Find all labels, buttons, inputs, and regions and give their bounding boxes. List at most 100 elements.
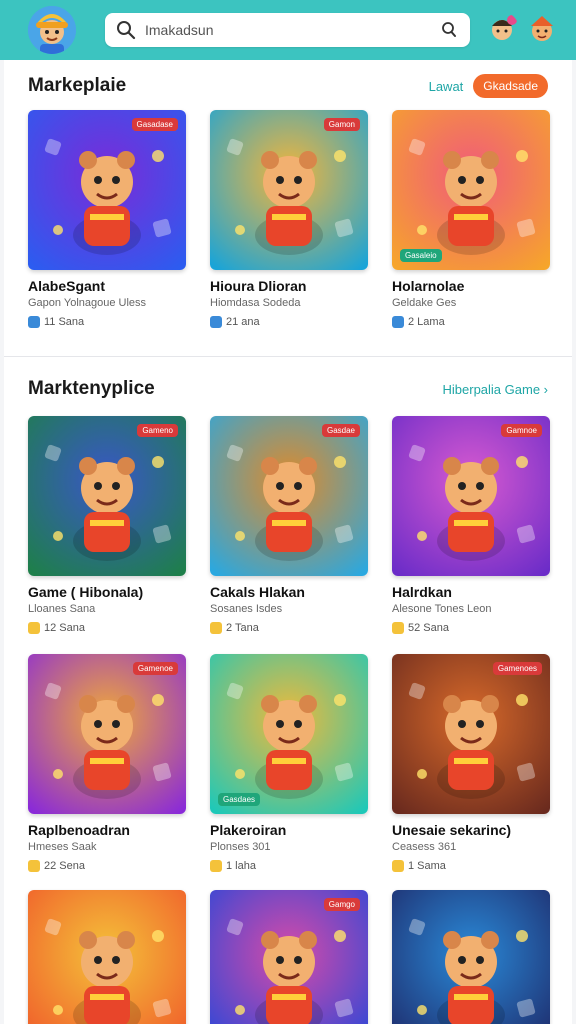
- game-badge: Gamnoe: [501, 424, 542, 437]
- search-icon: [117, 21, 136, 40]
- game-title[interactable]: Plakeroiran: [210, 822, 368, 838]
- game-thumbnail[interactable]: Gamenoes: [392, 654, 550, 814]
- game-grid: Gamgo: [28, 890, 550, 1024]
- game-title[interactable]: Game ( Hibonala): [28, 584, 186, 600]
- game-card[interactable]: Gameno Game ( Hibonala) Lloanes Sana 12 San…: [28, 416, 186, 634]
- game-meta-text: 1 laha: [226, 860, 256, 872]
- game-thumbnail[interactable]: [392, 890, 550, 1024]
- game-meta-text: 12 Sana: [44, 622, 85, 634]
- game-art: [392, 416, 550, 576]
- star-icon: [392, 622, 404, 634]
- game-meta: 12 Sana: [28, 622, 186, 634]
- game-card[interactable]: Gamon Hioura Dlioran Hiomdasa Sodeda 21 ana: [210, 110, 368, 328]
- game-art: [28, 110, 186, 270]
- game-meta-text: 52 Sana: [408, 622, 449, 634]
- marketplace-panel: Markeplaie Lawat Gkadsade Gasadase AlabeS…: [4, 60, 572, 1024]
- game-subtitle: Ceasess 361: [392, 841, 457, 853]
- game-badge: Gasdaes: [218, 793, 261, 806]
- game-badge: Gasaleio: [400, 249, 442, 262]
- see-latest-link[interactable]: Lawat: [429, 79, 464, 94]
- friend-avatar[interactable]: [485, 12, 519, 46]
- game-card[interactable]: Gamenoe Raplbenoadran Hmeses Saak 22 Sena: [28, 654, 186, 872]
- game-meta-text: 2 Tana: [226, 622, 259, 634]
- game-card[interactable]: Gasadase AlabeSgant Gapon Yolnagoue Uless 1…: [28, 110, 186, 328]
- game-badge: Gameno: [137, 424, 178, 437]
- game-thumbnail[interactable]: [28, 890, 186, 1024]
- game-subtitle: Hmeses Saak: [28, 841, 97, 853]
- search-bar[interactable]: [105, 13, 470, 47]
- game-thumbnail[interactable]: Gasdaes: [210, 654, 368, 814]
- game-card[interactable]: Gasdaes Plakeroiran Plonses 301 1 laha: [210, 654, 368, 872]
- game-card[interactable]: Gamgo: [210, 890, 368, 1024]
- game-meta-text: 22 Sena: [44, 860, 85, 872]
- game-title[interactable]: Unesaie sekarinc): [392, 822, 550, 838]
- top-bar: [0, 0, 576, 60]
- game-card[interactable]: Gasdae Cakals Hlakan Sosanes Isdes 2 Tana: [210, 416, 368, 634]
- game-art: [392, 890, 550, 1024]
- game-grid: Gameno Game ( Hibonala) Lloanes Sana 12 San…: [28, 416, 550, 634]
- search-submit-icon[interactable]: [438, 19, 460, 41]
- game-badge: Gamon: [323, 118, 360, 131]
- game-card[interactable]: Gamnoe Halrdkan Alesone Tones Leon 52 Sana: [392, 416, 550, 634]
- game-card[interactable]: [392, 890, 550, 1024]
- game-art: [28, 416, 186, 576]
- game-title[interactable]: AlabeSgant: [28, 278, 186, 294]
- game-meta: 11 Sana: [28, 316, 186, 328]
- game-art: [210, 416, 368, 576]
- game-subtitle: Geldake Ges: [392, 297, 457, 309]
- game-subtitle: Plonses 301: [210, 841, 271, 853]
- game-art: [210, 654, 368, 814]
- game-badge: Gasdae: [321, 424, 360, 437]
- game-subtitle: Sosanes Isdes: [210, 603, 283, 615]
- game-art: [392, 654, 550, 814]
- game-badge: Gamenoes: [492, 662, 542, 675]
- search-input[interactable]: [137, 22, 438, 38]
- game-thumbnail[interactable]: Gasdae: [210, 416, 368, 576]
- game-card[interactable]: [28, 890, 186, 1024]
- game-art: [28, 890, 186, 1024]
- star-icon: [392, 316, 404, 328]
- game-subtitle: Lloanes Sana: [28, 603, 96, 615]
- game-badge: Gamgo: [323, 898, 360, 911]
- game-subtitle: Alesone Tones Leon: [392, 603, 492, 615]
- section-title: Marktenyplice: [28, 378, 155, 399]
- game-card[interactable]: Gasaleio Holarnolae Geldake Ges 2 Lama: [392, 110, 550, 328]
- game-meta-text: 2 Lama: [408, 316, 445, 328]
- game-grid: Gasadase AlabeSgant Gapon Yolnagoue Uless 1…: [28, 110, 550, 328]
- game-meta: 52 Sana: [392, 622, 550, 634]
- section-divider: [4, 356, 572, 357]
- game-title[interactable]: Hioura Dlioran: [210, 278, 368, 294]
- game-thumbnail[interactable]: Gamnoe: [392, 416, 550, 576]
- game-thumbnail[interactable]: Gameno: [28, 416, 186, 576]
- game-thumbnail[interactable]: Gamgo: [210, 890, 368, 1024]
- game-title[interactable]: Cakals Hlakan: [210, 584, 368, 600]
- game-grid: Gamenoe Raplbenoadran Hmeses Saak 22 Sena Ga…: [28, 654, 550, 872]
- section-title: Markeplaie: [28, 75, 127, 96]
- game-art: [210, 110, 368, 270]
- game-thumbnail[interactable]: Gasaleio: [392, 110, 550, 270]
- game-meta: 1 Sama: [392, 860, 550, 872]
- friend-avatar[interactable]: [525, 12, 559, 46]
- see-all-link[interactable]: Hiberpalia Game ›: [443, 382, 549, 397]
- game-art: [28, 654, 186, 814]
- game-thumbnail[interactable]: Gamon: [210, 110, 368, 270]
- game-title[interactable]: Holarnolae: [392, 278, 550, 294]
- game-badge: Gasadase: [131, 118, 178, 131]
- section-action-button[interactable]: Gkadsade: [473, 74, 548, 98]
- star-icon: [28, 860, 40, 872]
- star-icon: [28, 316, 40, 328]
- game-card[interactable]: Gamenoes Unesaie sekarinc) Ceasess 361 1 Sa…: [392, 654, 550, 872]
- star-icon: [392, 860, 404, 872]
- game-title[interactable]: Halrdkan: [392, 584, 550, 600]
- game-thumbnail[interactable]: Gasadase: [28, 110, 186, 270]
- star-icon: [28, 622, 40, 634]
- section-header: Marktenyplice Hiberpalia Game ›: [28, 378, 548, 400]
- game-meta: 2 Lama: [392, 316, 550, 328]
- game-title[interactable]: Raplbenoadran: [28, 822, 186, 838]
- game-thumbnail[interactable]: Gamenoe: [28, 654, 186, 814]
- game-meta-text: 1 Sama: [408, 860, 446, 872]
- star-icon: [210, 316, 222, 328]
- game-meta: 22 Sena: [28, 860, 186, 872]
- game-meta: 1 laha: [210, 860, 368, 872]
- user-avatar[interactable]: [28, 6, 76, 54]
